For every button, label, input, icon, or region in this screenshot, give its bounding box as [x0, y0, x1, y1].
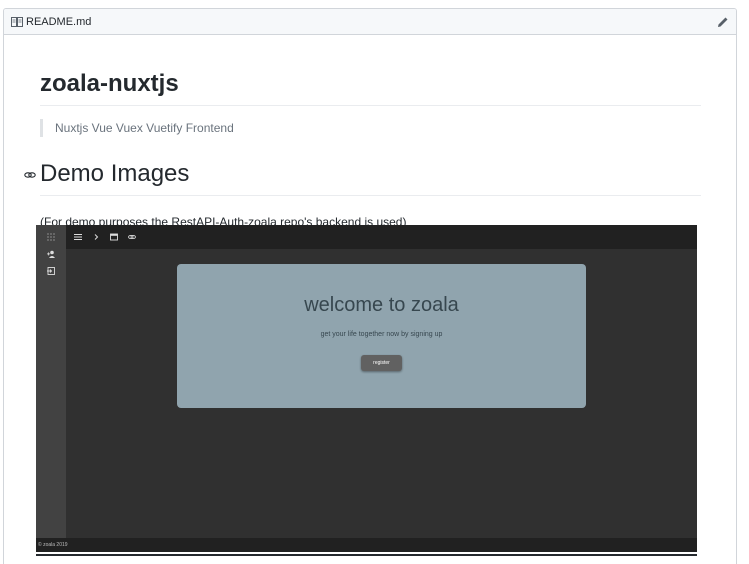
readme-article: zoala-nuxtjs Nuxtjs Vue Vuex Vuetify Fro…: [24, 35, 701, 230]
demo-footer: © zoala 2019: [36, 538, 697, 552]
book-icon: [11, 16, 23, 27]
login-icon: [47, 267, 55, 275]
window-icon: [110, 233, 118, 241]
demo-heading: Demo Images: [40, 159, 701, 196]
readme-file-title: README.md: [11, 16, 91, 28]
page-title: zoala-nuxtjs: [40, 69, 701, 106]
welcome-subtitle: get your life together now by signing up: [320, 331, 443, 338]
link-icon: [128, 234, 136, 240]
add-user-icon: [47, 250, 55, 258]
pencil-icon[interactable]: [717, 16, 729, 28]
demo-sidebar: [36, 225, 66, 538]
readme-header: README.md: [4, 9, 736, 35]
chevron-right-icon: [94, 234, 99, 240]
demo-screenshot[interactable]: welcome to zoala get your life together …: [36, 225, 697, 552]
welcome-title: welcome to zoala: [304, 294, 459, 316]
register-button: register: [361, 355, 402, 371]
readme-filename: README.md: [26, 15, 92, 28]
demo-toolbar: [66, 225, 697, 249]
grid-icon: [47, 233, 55, 241]
welcome-card: welcome to zoala get your life together …: [177, 264, 586, 408]
demo-heading-wrap: Demo Images: [24, 159, 701, 196]
menu-icon: [74, 234, 82, 240]
link-icon[interactable]: [24, 169, 36, 181]
bottom-divider: [36, 554, 697, 556]
description-quote: Nuxtjs Vue Vuex Vuetify Frontend: [40, 119, 701, 137]
